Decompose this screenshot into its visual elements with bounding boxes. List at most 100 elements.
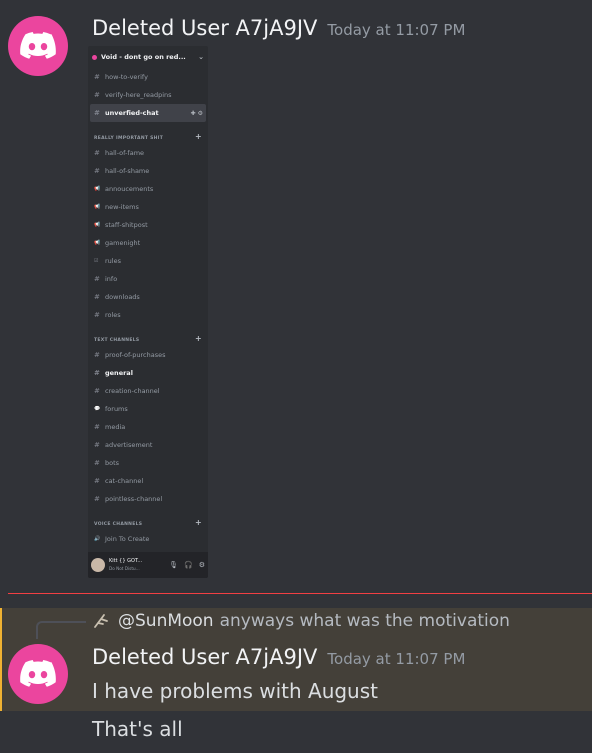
- reply-text[interactable]: anyways what was the motivation: [220, 611, 510, 631]
- channel-item: 💬 forums: [88, 400, 208, 418]
- channel-name: new-items: [105, 203, 139, 211]
- forum-icon: 💬: [94, 406, 101, 412]
- megaphone-icon: 📢: [94, 222, 101, 228]
- channel-name: verify-here_readpins: [105, 91, 172, 99]
- hash-icon: #: [94, 109, 100, 117]
- message-timestamp: Today at 11:07 PM: [327, 21, 466, 39]
- channel-name: downloads: [105, 293, 140, 301]
- channel-actions-icon: ✚ ⚙: [190, 109, 204, 117]
- user-name: Kitt {} GOT...: [109, 558, 143, 564]
- channel-item: # general: [88, 364, 208, 382]
- category-name: TEXT CHANNELS: [94, 338, 140, 343]
- user-avatar: [91, 558, 105, 572]
- chevron-down-icon: ⌄: [198, 53, 204, 61]
- hash-icon: #: [94, 477, 100, 485]
- channel-name: Join To Create: [105, 535, 150, 543]
- channel-item: # info: [88, 270, 208, 288]
- plus-icon: +: [194, 334, 202, 343]
- channel-item: 📢 new-items: [88, 198, 208, 216]
- channel-item: # media: [88, 418, 208, 436]
- megaphone-icon: 📢: [94, 204, 101, 210]
- author-name[interactable]: Deleted User A7jA9JV: [92, 16, 317, 40]
- message-author[interactable]: Deleted User A7jA9JV Today at 11:07 PM: [92, 16, 465, 40]
- channel-item: # roles: [88, 306, 208, 324]
- channel-item: # hall-of-shame: [88, 162, 208, 180]
- reply-preview[interactable]: @SunMoon anyways what was the motivation: [92, 611, 510, 631]
- channel-category: VOICE CHANNELS +: [88, 512, 208, 530]
- channel-item: # cat-channel: [88, 472, 208, 490]
- server-name: Void - dont go on red...: [101, 53, 186, 61]
- channel-name: media: [105, 423, 126, 431]
- avatar[interactable]: [8, 16, 68, 76]
- channel-item: # proof-of-purchases: [88, 346, 208, 364]
- discord-logo-icon: [20, 660, 56, 687]
- channel-name: proof-of-purchases: [105, 351, 166, 359]
- channel-name: annoucements: [105, 185, 154, 193]
- reply-avatar-icon: [94, 614, 108, 628]
- channel-name: rules: [105, 257, 121, 265]
- hash-icon: #: [94, 423, 100, 431]
- gear-icon: ⚙: [198, 561, 205, 569]
- hash-icon: #: [94, 441, 100, 449]
- channel-item: # advertisement: [88, 436, 208, 454]
- message-timestamp: Today at 11:07 PM: [327, 650, 466, 668]
- new-messages-divider: [8, 593, 592, 594]
- reply-mention[interactable]: @SunMoon: [118, 611, 214, 631]
- hash-icon: #: [94, 293, 100, 301]
- plus-icon: +: [194, 132, 202, 141]
- megaphone-icon: 📢: [94, 186, 101, 192]
- channel-name: roles: [105, 311, 121, 319]
- channel-name: info: [105, 275, 118, 283]
- channel-name: hall-of-shame: [105, 167, 150, 175]
- hash-icon: #: [94, 311, 100, 319]
- channel-name: advertisement: [105, 441, 153, 449]
- plus-icon: +: [194, 518, 202, 527]
- channel-name: bots: [105, 459, 120, 467]
- megaphone-icon: 📢: [94, 240, 101, 246]
- hash-icon: #: [94, 275, 100, 283]
- avatar[interactable]: [8, 644, 68, 704]
- channel-name: how-to-verify: [105, 73, 148, 81]
- channel-name: pointless-channel: [105, 495, 163, 503]
- hash-icon: #: [94, 167, 100, 175]
- channel-item: # verify-here_readpins: [88, 86, 208, 104]
- channel-name: staff-shitpost: [105, 221, 148, 229]
- message-text: I have problems with August: [92, 679, 378, 703]
- channel-category: REALLY IMPORTANT SHIT +: [88, 126, 208, 144]
- reply-spine: [36, 621, 86, 639]
- author-name[interactable]: Deleted User A7jA9JV: [92, 645, 317, 669]
- channel-name: hall-of-fame: [105, 149, 145, 157]
- rules-icon: ☑: [94, 258, 99, 264]
- server-header: Void - dont go on red... ⌄: [88, 46, 208, 68]
- user-status: Do Not Distu...: [109, 566, 140, 571]
- category-name: REALLY IMPORTANT SHIT: [94, 136, 164, 141]
- channel-item: 📢 annoucements: [88, 180, 208, 198]
- hash-icon: #: [94, 459, 100, 467]
- hash-icon: #: [94, 73, 100, 81]
- message-author[interactable]: Deleted User A7jA9JV Today at 11:07 PM: [92, 645, 465, 669]
- channel-item: # pointless-channel: [88, 490, 208, 508]
- attachment-image[interactable]: Void - dont go on red... ⌄ # how-to-verif…: [88, 46, 208, 578]
- category-name: VOICE CHANNELS: [94, 522, 143, 527]
- channel-name: gamenight: [105, 239, 141, 247]
- user-panel: Kitt {} GOT... Do Not Distu... 🎙 🎧 ⚙: [88, 552, 208, 578]
- message-text: That's all: [92, 717, 183, 741]
- channel-name: unverfied-chat: [105, 109, 159, 117]
- channel-item: 🔊 Join To Create: [88, 530, 208, 548]
- channel-category: TEXT CHANNELS +: [88, 328, 208, 346]
- discord-logo-icon: [20, 32, 56, 59]
- hash-icon: #: [94, 495, 100, 503]
- channel-name: cat-channel: [105, 477, 144, 485]
- server-dot-icon: [92, 54, 97, 60]
- hash-icon: #: [94, 91, 100, 99]
- channel-item-selected: # unverfied-chat ✚ ⚙: [90, 104, 206, 122]
- hash-icon: #: [94, 149, 100, 157]
- channel-item: 📢 staff-shitpost: [88, 216, 208, 234]
- channel-name: creation-channel: [105, 387, 160, 395]
- channel-name: forums: [105, 405, 128, 413]
- speaker-icon: 🔊: [94, 536, 101, 542]
- channel-item: # creation-channel: [88, 382, 208, 400]
- channel-item: # hall-of-fame: [88, 144, 208, 162]
- channel-item: # bots: [88, 454, 208, 472]
- channel-item: # downloads: [88, 288, 208, 306]
